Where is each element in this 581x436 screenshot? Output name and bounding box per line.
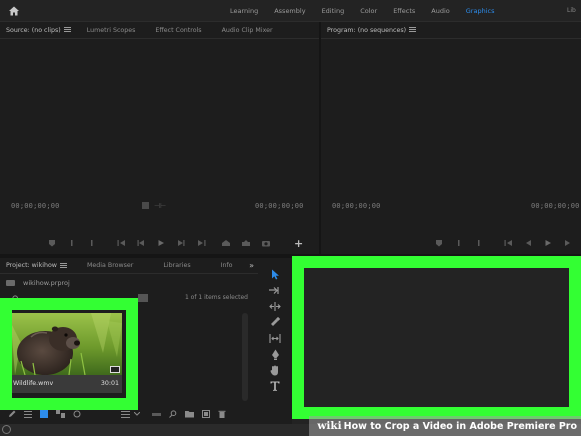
filter-bin-icon[interactable] — [138, 294, 148, 302]
tab-program[interactable]: Program: (no sequences) — [321, 27, 422, 34]
tab-lumetri-scopes[interactable]: Lumetri Scopes — [81, 27, 142, 34]
tab-source[interactable]: Source: (no clips) — [0, 27, 77, 34]
panel-overflow-icon[interactable]: » — [249, 261, 254, 270]
hand-tool-icon[interactable] — [269, 364, 281, 376]
icon-view-icon[interactable] — [40, 410, 48, 418]
sort-icon[interactable] — [121, 410, 130, 418]
watermark: wiki How to Crop a Video in Adobe Premie… — [309, 416, 581, 436]
workspace-tab-learning[interactable]: Learning — [222, 0, 266, 22]
play-icon[interactable] — [543, 238, 553, 248]
go-to-in-icon[interactable] — [503, 238, 513, 248]
program-timecode-in[interactable]: 00;00;00;00 — [332, 202, 381, 210]
ripple-edit-tool-icon[interactable] — [269, 300, 281, 312]
tab-program-label: Program: (no sequences) — [327, 26, 407, 34]
marker-icon[interactable] — [47, 238, 57, 248]
source-transport-controls — [42, 238, 276, 248]
program-transport-controls — [429, 238, 581, 248]
tab-project[interactable]: Project: wikihow — [0, 262, 73, 269]
source-timecode-out[interactable]: 00;00;00;00 — [255, 202, 304, 210]
panel-menu-icon[interactable] — [59, 262, 67, 268]
project-file-row: wikihow.prproj — [6, 279, 70, 287]
list-view-icon[interactable] — [24, 410, 32, 418]
tab-libraries[interactable]: Libraries — [157, 262, 196, 269]
insert-icon[interactable] — [221, 238, 231, 248]
mark-in-icon[interactable] — [454, 238, 464, 248]
home-icon[interactable] — [8, 5, 20, 17]
items-selected-status: 1 of 1 items selected — [184, 294, 248, 301]
tab-media-browser[interactable]: Media Browser — [81, 262, 139, 269]
trash-icon[interactable] — [218, 410, 226, 418]
watermark-title: How to Crop a Video in Adobe Premiere Pr… — [343, 420, 577, 432]
tab-info[interactable]: Info — [215, 262, 239, 269]
type-tool-icon[interactable] — [269, 380, 281, 392]
source-panel-header: Source: (no clips) Lumetri Scopes Effect… — [0, 22, 319, 39]
workspace-tab-graphics[interactable]: Graphics — [458, 0, 503, 22]
project-panel-header: Project: wikihow Media Browser Libraries… — [0, 258, 258, 274]
new-item-icon[interactable] — [202, 410, 210, 418]
workspace-tabs: Learning Assembly Editing Color Effects … — [222, 0, 502, 22]
pencil-icon[interactable] — [8, 410, 16, 418]
overwrite-icon[interactable] — [241, 238, 251, 248]
go-to-in-icon[interactable] — [116, 238, 126, 248]
mark-out-icon[interactable] — [87, 238, 97, 248]
workspace-tab-effects[interactable]: Effects — [385, 0, 423, 22]
program-panel-header: Program: (no sequences) — [321, 22, 581, 39]
status-icon — [2, 425, 11, 434]
automate-to-sequence-icon[interactable] — [152, 410, 161, 418]
workspace-tab-audio[interactable]: Audio — [423, 0, 457, 22]
step-back-icon[interactable] — [523, 238, 533, 248]
source-settings-icon[interactable] — [142, 202, 149, 209]
step-forward-icon[interactable] — [563, 238, 573, 248]
program-monitor-panel: Program: (no sequences) 00;00;00;00 00;0… — [321, 22, 581, 254]
selection-tool-icon[interactable] — [269, 268, 281, 280]
zoom-slider-knob-icon[interactable] — [73, 410, 81, 418]
find-icon[interactable] — [169, 410, 177, 418]
mark-out-icon[interactable] — [474, 238, 484, 248]
marker-icon[interactable] — [434, 238, 444, 248]
source-timecode-in[interactable]: 00;00;00;00 — [11, 202, 60, 210]
project-file-name: wikihow.prproj — [23, 279, 70, 287]
freeform-view-icon[interactable] — [56, 410, 65, 418]
tab-audio-clip-mixer[interactable]: Audio Clip Mixer — [216, 27, 279, 34]
step-forward-icon[interactable] — [176, 238, 186, 248]
go-to-out-icon[interactable] — [196, 238, 206, 248]
export-frame-icon[interactable] — [261, 238, 271, 248]
tab-source-label: Source: (no clips) — [6, 26, 61, 34]
play-icon[interactable] — [156, 238, 166, 248]
panel-menu-icon[interactable] — [63, 27, 71, 32]
workspace-tab-editing[interactable]: Editing — [314, 0, 353, 22]
program-timecode-out[interactable]: 00;00;00;00 — [531, 202, 580, 210]
highlight-box-timeline — [292, 256, 581, 419]
workspace-bar: Learning Assembly Editing Color Effects … — [0, 0, 581, 22]
folder-icon — [6, 280, 15, 286]
new-bin-icon[interactable] — [185, 410, 194, 418]
panel-menu-icon[interactable] — [409, 27, 417, 32]
workspace-tab-color[interactable]: Color — [352, 0, 385, 22]
watermark-brand: wiki — [317, 420, 342, 432]
source-fit-icon[interactable]: ⊣⊢ — [154, 202, 166, 210]
sort-dropdown-icon[interactable] — [134, 412, 140, 416]
workspace-tab-assembly[interactable]: Assembly — [266, 0, 313, 22]
add-button-icon[interactable]: + — [294, 237, 303, 250]
pen-tool-icon[interactable] — [269, 348, 281, 360]
mark-in-icon[interactable] — [67, 238, 77, 248]
step-back-icon[interactable] — [136, 238, 146, 248]
source-monitor-panel: Source: (no clips) Lumetri Scopes Effect… — [0, 22, 319, 254]
slip-tool-icon[interactable] — [269, 332, 281, 344]
tab-project-label: Project: wikihow — [6, 262, 57, 269]
tab-effect-controls[interactable]: Effect Controls — [149, 27, 207, 34]
project-scrollbar[interactable] — [242, 313, 248, 401]
highlight-box-clip — [0, 298, 138, 410]
razor-tool-icon[interactable] — [269, 316, 281, 328]
workspace-tab-libraries[interactable]: Lib — [559, 0, 581, 22]
track-select-tool-icon[interactable] — [269, 284, 281, 296]
tools-panel — [262, 258, 288, 424]
